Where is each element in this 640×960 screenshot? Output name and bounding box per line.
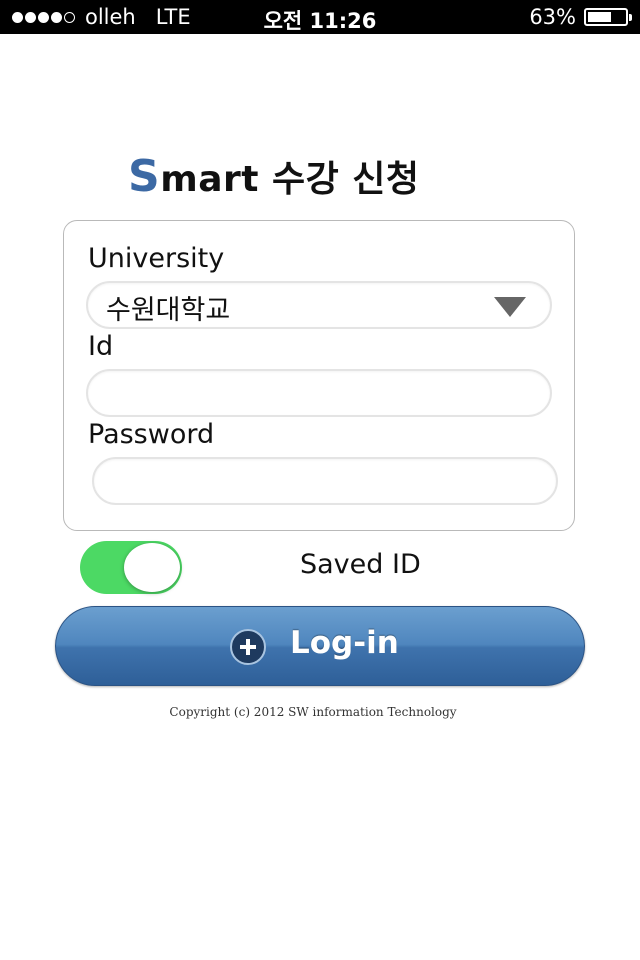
- login-form: University 수원대학교 Id Password: [63, 220, 575, 531]
- id-input[interactable]: [88, 371, 550, 415]
- password-field-wrapper: [92, 457, 558, 505]
- dropdown-arrow-icon: [494, 297, 526, 317]
- university-label: University: [88, 243, 225, 274]
- login-button[interactable]: Log-in: [55, 606, 585, 686]
- battery-fill: [588, 12, 611, 22]
- plus-circle-icon: [230, 629, 266, 665]
- password-input[interactable]: [94, 459, 556, 503]
- saved-id-label: Saved ID: [300, 549, 421, 580]
- battery-icon: [584, 8, 632, 26]
- university-select[interactable]: 수원대학교: [86, 281, 552, 329]
- status-bar: olleh LTE 오전 11:26 63%: [0, 0, 640, 34]
- toggle-knob: [124, 543, 180, 592]
- login-button-label: Log-in: [290, 625, 399, 661]
- id-label: Id: [88, 331, 114, 362]
- battery-percent: 63%: [529, 5, 576, 29]
- app-title: Smart 수강 신청: [128, 150, 420, 202]
- app-title-rest: mart 수강 신청: [160, 159, 420, 200]
- id-field-wrapper: [86, 369, 552, 417]
- app-title-accent: S: [128, 151, 161, 202]
- copyright-text: Copyright (c) 2012 SW information Techno…: [169, 705, 457, 719]
- password-label: Password: [88, 419, 215, 450]
- saved-id-toggle[interactable]: [80, 541, 182, 594]
- university-select-value: 수원대학교: [106, 295, 231, 326]
- status-right: 63%: [529, 5, 632, 29]
